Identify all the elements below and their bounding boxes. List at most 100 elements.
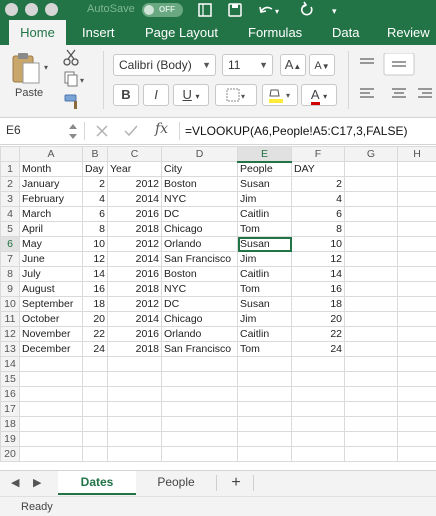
formula-input[interactable]: =VLOOKUP(A6,People!A5:C17,3,FALSE) (185, 124, 407, 138)
previous-sheet-icon[interactable]: ◀ (11, 476, 19, 489)
save-icon[interactable] (227, 1, 243, 19)
grid-cell[interactable] (397, 221, 436, 237)
grid-cell[interactable]: 20 (291, 311, 345, 327)
grid-cell[interactable] (344, 356, 398, 372)
grid-cell[interactable]: NYC (161, 281, 238, 297)
grid-cell[interactable] (291, 356, 345, 372)
row-header[interactable]: 17 (0, 401, 20, 417)
row-header[interactable]: 12 (0, 326, 20, 342)
grid-cell[interactable] (291, 386, 345, 402)
grid-cell[interactable]: 2 (82, 176, 108, 192)
grid-cell[interactable]: 6 (82, 206, 108, 222)
grid-cell[interactable] (344, 191, 398, 207)
grid-cell[interactable] (291, 416, 345, 432)
grid-cell[interactable]: 16 (82, 281, 108, 297)
grid-cell[interactable] (107, 401, 162, 417)
increase-font-size-button[interactable]: A▲ (280, 54, 306, 76)
grid-cell[interactable] (19, 431, 83, 447)
grid-cell[interactable] (397, 191, 436, 207)
grid-cell[interactable]: Jim (237, 251, 292, 267)
grid-cell[interactable] (397, 161, 436, 177)
grid-cell[interactable]: Orlando (161, 326, 238, 342)
sheet-tab-dates[interactable]: Dates (58, 471, 136, 495)
close-window-button[interactable] (5, 3, 18, 16)
grid-cell[interactable] (161, 416, 238, 432)
grid-cell[interactable] (82, 431, 108, 447)
grid-cell[interactable]: 2014 (107, 311, 162, 327)
italic-button[interactable]: I (143, 84, 169, 106)
grid-cell[interactable]: 16 (291, 281, 345, 297)
grid-cell[interactable]: 12 (291, 251, 345, 267)
grid-cell[interactable]: San Francisco (161, 251, 238, 267)
grid-cell[interactable]: NYC (161, 191, 238, 207)
grid-cell[interactable]: 8 (291, 221, 345, 237)
column-header[interactable]: G (344, 146, 398, 162)
grid-cell[interactable]: Month (19, 161, 83, 177)
select-all-corner[interactable] (0, 146, 20, 162)
grid-cell[interactable]: 2014 (107, 251, 162, 267)
column-header[interactable]: C (107, 146, 162, 162)
grid-cell[interactable]: 2014 (107, 191, 162, 207)
grid-cell[interactable]: DC (161, 206, 238, 222)
grid-cell[interactable] (397, 311, 436, 327)
grid-cell[interactable] (397, 296, 436, 312)
grid-cell[interactable] (107, 446, 162, 462)
grid-cell[interactable]: Tom (237, 221, 292, 237)
grid-cell[interactable] (344, 401, 398, 417)
grid-cell[interactable]: City (161, 161, 238, 177)
minimize-window-button[interactable] (25, 3, 38, 16)
copy-icon[interactable]: ▾ (63, 70, 89, 88)
grid-cell[interactable]: Year (107, 161, 162, 177)
grid-cell[interactable]: 2012 (107, 236, 162, 252)
grid-cell[interactable] (344, 371, 398, 387)
font-size-select[interactable]: 11 ▼ (222, 54, 273, 76)
column-header-selected[interactable]: E (237, 146, 292, 163)
font-name-select[interactable]: Calibri (Body) ▼ (113, 54, 216, 76)
paste-icon[interactable] (10, 50, 44, 86)
grid-cell[interactable]: 24 (82, 341, 108, 357)
grid-cell[interactable] (397, 281, 436, 297)
grid-cell[interactable]: Susan (237, 176, 292, 192)
grid-cell[interactable] (19, 356, 83, 372)
grid-cell[interactable] (82, 401, 108, 417)
grid-cell[interactable]: 22 (82, 326, 108, 342)
grid-cell[interactable]: 4 (291, 191, 345, 207)
tab-insert[interactable]: Insert (82, 20, 115, 45)
grid-cell[interactable] (291, 446, 345, 462)
grid-cell[interactable]: Chicago (161, 311, 238, 327)
grid-cell[interactable] (161, 446, 238, 462)
grid-cell[interactable]: Jim (237, 191, 292, 207)
grid-cell[interactable]: 20 (82, 311, 108, 327)
name-box[interactable]: E6 (6, 123, 21, 137)
grid-cell[interactable] (291, 371, 345, 387)
customize-toolbar-icon[interactable]: ▾ (330, 1, 342, 19)
grid-cell[interactable] (237, 446, 292, 462)
grid-cell[interactable] (19, 386, 83, 402)
grid-cell[interactable] (397, 326, 436, 342)
grid-cell[interactable]: 8 (82, 221, 108, 237)
name-box-stepper-icon[interactable] (67, 121, 79, 143)
column-header[interactable]: D (161, 146, 238, 162)
autosave-toggle[interactable]: OFF (142, 3, 183, 17)
grid-cell[interactable]: August (19, 281, 83, 297)
grid-cell[interactable] (344, 176, 398, 192)
grid-cell[interactable] (397, 176, 436, 192)
row-header[interactable]: 3 (0, 191, 20, 207)
grid-cell[interactable] (237, 356, 292, 372)
grid-cell[interactable] (161, 401, 238, 417)
grid-cell[interactable] (237, 431, 292, 447)
grid-cell[interactable] (107, 416, 162, 432)
grid-cell[interactable] (344, 446, 398, 462)
grid-cell[interactable]: 2 (291, 176, 345, 192)
row-header[interactable]: 20 (0, 446, 20, 462)
grid-cell[interactable]: September (19, 296, 83, 312)
grid-cell[interactable] (107, 371, 162, 387)
grid-cell[interactable]: Caitlin (237, 326, 292, 342)
grid-cell[interactable] (397, 236, 436, 252)
column-header[interactable]: F (291, 146, 345, 162)
bold-button[interactable]: B (113, 84, 139, 106)
format-painter-icon[interactable] (63, 92, 81, 110)
redo-icon[interactable] (299, 1, 315, 19)
font-color-button[interactable]: A ▾ (301, 84, 337, 106)
row-header[interactable]: 6 (0, 236, 20, 252)
